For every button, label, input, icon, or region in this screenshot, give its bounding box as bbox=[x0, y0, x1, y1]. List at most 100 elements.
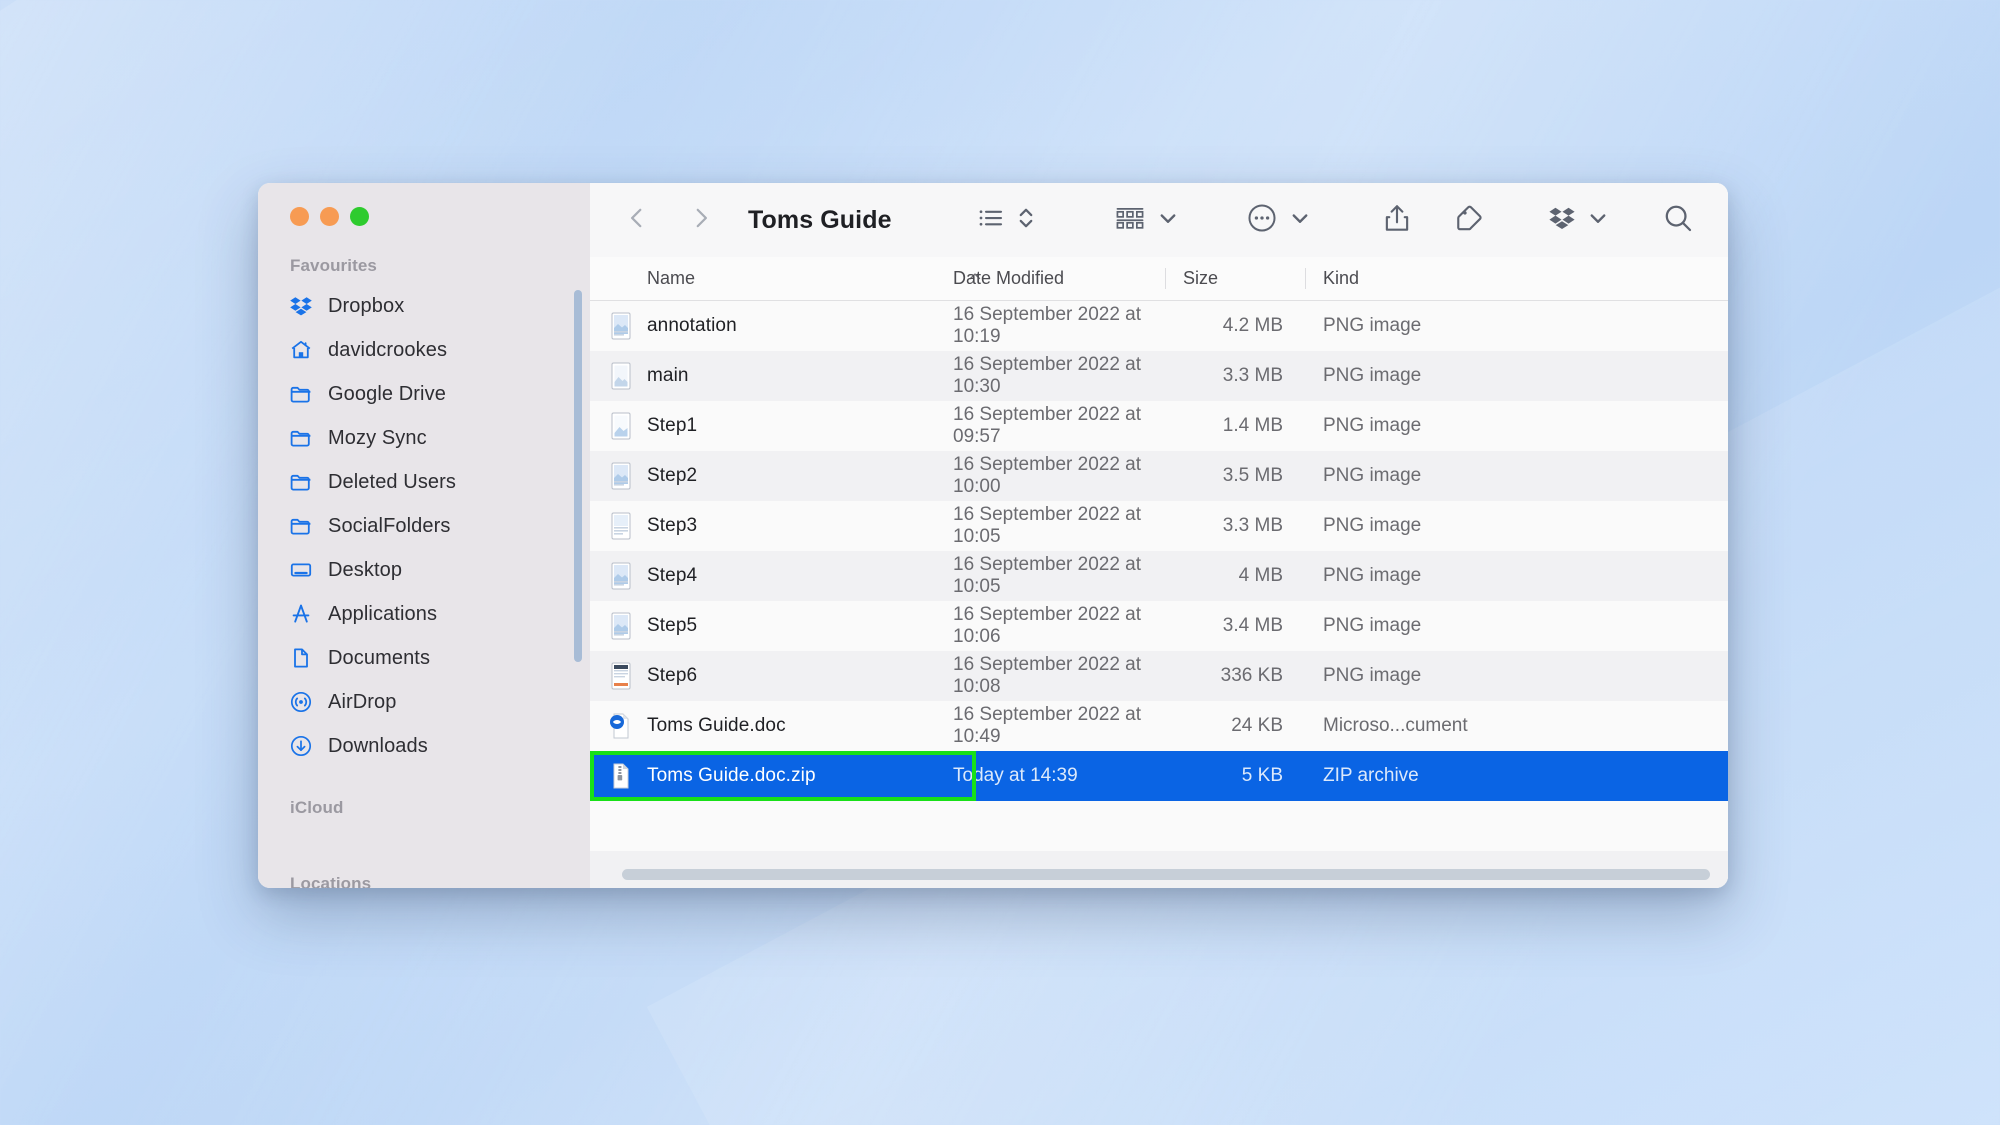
table-row[interactable]: Step4 16 September 2022 at 10:05 4 MB PN… bbox=[590, 551, 1728, 601]
file-date: 16 September 2022 at 10:05 bbox=[953, 554, 1142, 597]
file-kind: PNG image bbox=[1323, 465, 1422, 486]
column-header-kind[interactable]: Kind bbox=[1305, 257, 1728, 300]
chevron-right-icon bbox=[688, 205, 714, 236]
column-header-size[interactable]: Size bbox=[1165, 257, 1305, 300]
more-actions-button[interactable] bbox=[1246, 197, 1278, 243]
column-header-name[interactable]: Name bbox=[590, 257, 935, 300]
sidebar-item-dropbox[interactable]: Dropbox bbox=[258, 284, 590, 328]
file-name: Step5 bbox=[647, 615, 698, 636]
sidebar-scrollbar[interactable] bbox=[574, 290, 582, 662]
airdrop-icon bbox=[288, 689, 314, 715]
more-actions-chevron[interactable] bbox=[1290, 197, 1310, 243]
chevron-left-icon bbox=[624, 205, 650, 236]
file-name-cell: Step5 bbox=[590, 601, 935, 651]
png-thumbnail-icon bbox=[608, 560, 634, 592]
table-row[interactable]: Step1 16 September 2022 at 09:57 1.4 MB … bbox=[590, 401, 1728, 451]
file-date: 16 September 2022 at 10:06 bbox=[953, 604, 1142, 647]
empty-row bbox=[590, 801, 1728, 851]
sidebar-item-label: Documents bbox=[328, 646, 431, 669]
main-pane: Toms Guide Name Date Modified Size Kind … bbox=[590, 183, 1728, 888]
table-row[interactable]: Step6 16 September 2022 at 10:08 336 KB … bbox=[590, 651, 1728, 701]
sort-order-button[interactable] bbox=[1016, 197, 1036, 243]
file-size: 5 KB bbox=[1241, 765, 1283, 786]
file-date: Today at 14:39 bbox=[953, 765, 1078, 786]
sidebar-item-applications[interactable]: Applications bbox=[258, 592, 590, 636]
file-size: 4.2 MB bbox=[1222, 315, 1283, 336]
sidebar-item-documents[interactable]: Documents bbox=[258, 636, 590, 680]
group-by-controls bbox=[1114, 197, 1178, 243]
png-thumbnail-icon bbox=[608, 410, 634, 442]
file-name: Step1 bbox=[647, 415, 698, 436]
sidebar-item-mozy-sync[interactable]: Mozy Sync bbox=[258, 416, 590, 460]
folder-icon bbox=[288, 513, 314, 539]
dropbox-controls bbox=[1548, 197, 1608, 243]
file-kind: PNG image bbox=[1323, 315, 1422, 336]
file-size: 4 MB bbox=[1238, 565, 1283, 586]
file-name-cell: Step3 bbox=[590, 501, 935, 551]
sidebar-item-label: davidcrookes bbox=[328, 338, 448, 361]
toolbar: Toms Guide bbox=[590, 183, 1728, 257]
table-row[interactable]: annotation 16 September 2022 at 10:19 4.… bbox=[590, 301, 1728, 351]
file-name-cell: annotation bbox=[590, 301, 935, 351]
file-list[interactable]: annotation 16 September 2022 at 10:19 4.… bbox=[590, 301, 1728, 888]
file-kind: PNG image bbox=[1323, 565, 1422, 586]
more-actions-icon bbox=[1246, 202, 1278, 239]
sidebar-section-favourites: Favourites bbox=[290, 256, 377, 275]
dropbox-button[interactable] bbox=[1548, 197, 1576, 243]
forward-button[interactable] bbox=[678, 197, 724, 243]
sidebar-item-label: SocialFolders bbox=[328, 514, 451, 537]
share-button[interactable] bbox=[1382, 197, 1412, 243]
table-row[interactable]: Toms Guide.doc.zip Today at 14:39 5 KB Z… bbox=[590, 751, 1728, 801]
file-date: 16 September 2022 at 10:30 bbox=[953, 354, 1142, 397]
sidebar-section-icloud: iCloud bbox=[290, 798, 344, 817]
minimize-button[interactable] bbox=[320, 207, 339, 226]
table-row[interactable]: main 16 September 2022 at 10:30 3.3 MB P… bbox=[590, 351, 1728, 401]
file-name-cell: main bbox=[590, 351, 935, 401]
group-by-icon bbox=[1114, 204, 1146, 237]
chevron-down-icon bbox=[1158, 208, 1178, 233]
dropbox-chevron[interactable] bbox=[1588, 197, 1608, 243]
sidebar-favourites-list: Dropbox davidcrookes Google Drive Mozy S… bbox=[258, 284, 590, 768]
sidebar-item-label: AirDrop bbox=[328, 690, 397, 713]
sidebar-item-google-drive[interactable]: Google Drive bbox=[258, 372, 590, 416]
sidebar-item-label: Mozy Sync bbox=[328, 426, 427, 449]
downloads-icon bbox=[288, 733, 314, 759]
close-button[interactable] bbox=[290, 207, 309, 226]
zip-archive-icon bbox=[608, 760, 634, 792]
finder-window: Favourites Dropbox davidcrookes Google D… bbox=[258, 183, 1728, 888]
sidebar-item-desktop[interactable]: Desktop bbox=[258, 548, 590, 592]
sidebar-item-downloads[interactable]: Downloads bbox=[258, 724, 590, 768]
file-name: Step6 bbox=[647, 665, 698, 686]
list-view-button[interactable] bbox=[976, 197, 1006, 243]
tag-button[interactable] bbox=[1454, 197, 1486, 243]
column-header-row: Name Date Modified Size Kind bbox=[590, 257, 1728, 301]
table-row[interactable]: Step2 16 September 2022 at 10:00 3.5 MB … bbox=[590, 451, 1728, 501]
selected-row-wrapper: Toms Guide.doc.zip Today at 14:39 5 KB Z… bbox=[590, 751, 1728, 801]
group-by-chevron[interactable] bbox=[1158, 197, 1178, 243]
sidebar-item-label: Desktop bbox=[328, 558, 403, 581]
sidebar-item-socialfolders[interactable]: SocialFolders bbox=[258, 504, 590, 548]
table-row[interactable]: Step5 16 September 2022 at 10:06 3.4 MB … bbox=[590, 601, 1728, 651]
sidebar-item-davidcrookes[interactable]: davidcrookes bbox=[258, 328, 590, 372]
sidebar-item-label: Downloads bbox=[328, 734, 428, 757]
file-name: Toms Guide.doc.zip bbox=[647, 765, 816, 786]
sidebar-item-airdrop[interactable]: AirDrop bbox=[258, 680, 590, 724]
back-button[interactable] bbox=[614, 197, 660, 243]
word-document-icon bbox=[608, 710, 634, 742]
zoom-button[interactable] bbox=[350, 207, 369, 226]
sidebar-item-deleted-users[interactable]: Deleted Users bbox=[258, 460, 590, 504]
file-date: 16 September 2022 at 10:00 bbox=[953, 454, 1142, 497]
file-kind: PNG image bbox=[1323, 515, 1422, 536]
file-kind: Microso...cument bbox=[1323, 715, 1468, 736]
group-by-button[interactable] bbox=[1114, 197, 1146, 243]
file-size: 3.3 MB bbox=[1222, 515, 1283, 536]
file-size: 1.4 MB bbox=[1222, 415, 1283, 436]
table-row[interactable]: Toms Guide.doc 16 September 2022 at 10:4… bbox=[590, 701, 1728, 751]
horizontal-scrollbar[interactable] bbox=[622, 869, 1710, 880]
search-button[interactable] bbox=[1662, 197, 1694, 243]
file-size: 3.3 MB bbox=[1222, 365, 1283, 386]
column-header-date-modified[interactable]: Date Modified bbox=[935, 257, 1165, 300]
tag-icon bbox=[1454, 202, 1486, 239]
table-row[interactable]: Step3 16 September 2022 at 10:05 3.3 MB … bbox=[590, 501, 1728, 551]
more-actions-controls bbox=[1246, 197, 1310, 243]
